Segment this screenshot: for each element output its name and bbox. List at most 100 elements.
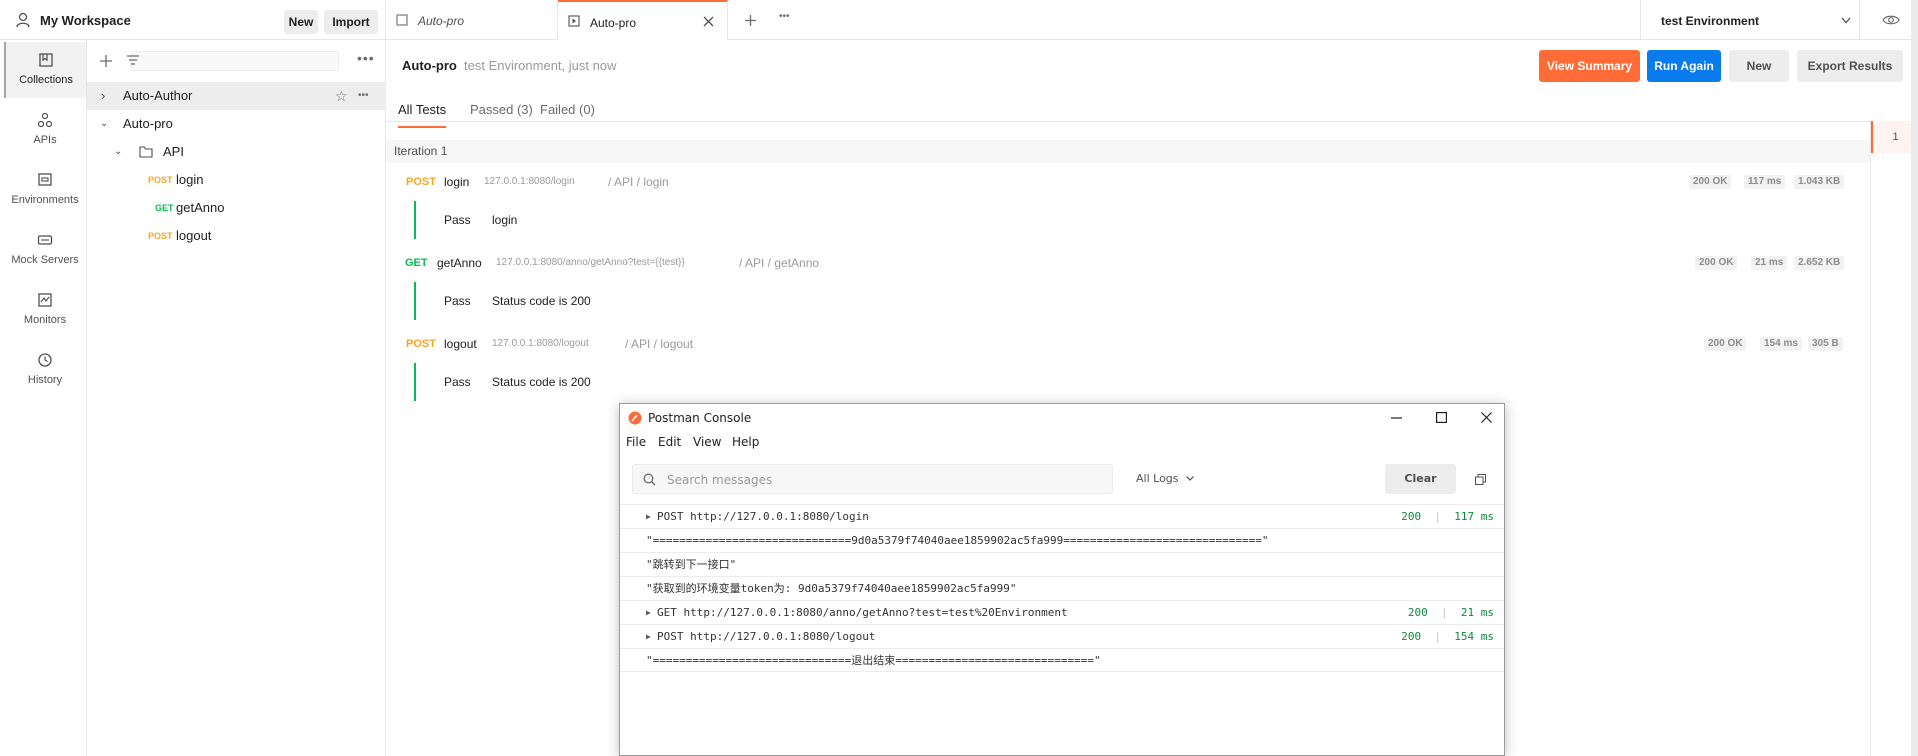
- folder-name: API: [163, 144, 184, 159]
- expand-triangle-icon[interactable]: ▶: [646, 601, 651, 625]
- chevron-right-icon[interactable]: ›: [101, 82, 105, 110]
- tab-auto-pro-1[interactable]: Auto-pro: [386, 0, 558, 40]
- request-name: login: [444, 175, 470, 189]
- request-row-logout[interactable]: POST logout 127.0.0.1:8080/logout / API …: [386, 332, 1870, 356]
- rail-label: Monitors: [23, 314, 67, 326]
- size-badge: 2.652 KB: [1794, 256, 1845, 270]
- rail-item-history[interactable]: History: [4, 342, 86, 398]
- console-titlebar: Postman Console: [620, 404, 1504, 432]
- expand-triangle-icon[interactable]: ▶: [646, 625, 651, 649]
- collection-name: Auto-pro: [123, 116, 173, 131]
- more-icon[interactable]: •••: [357, 50, 375, 66]
- clear-button[interactable]: Clear: [1385, 464, 1456, 494]
- new-button[interactable]: New: [284, 10, 318, 34]
- test-status: Pass: [444, 375, 471, 389]
- log-entry[interactable]: ▶ GET http://127.0.0.1:8080/anno/getAnno…: [620, 600, 1504, 624]
- log-entry[interactable]: ▶ POST http://127.0.0.1:8080/logout 200 …: [620, 624, 1504, 648]
- view-summary-button[interactable]: View Summary: [1539, 50, 1640, 82]
- rail-item-mock-servers[interactable]: Mock Servers: [4, 222, 86, 278]
- tree-item-login[interactable]: POST login: [87, 166, 386, 194]
- status-badge: 200 OK: [1704, 337, 1747, 351]
- more-icon[interactable]: •••: [358, 82, 369, 110]
- log-entry[interactable]: "==============================9d0a5379f…: [620, 528, 1504, 552]
- tab-all-tests[interactable]: All Tests: [398, 98, 447, 128]
- tree-item-auto-author[interactable]: › Auto-Author ☆ •••: [87, 82, 386, 110]
- rail-label: Environments: [11, 194, 79, 206]
- log-entry[interactable]: "==============================退出结束=====…: [620, 648, 1504, 672]
- workspace-title[interactable]: My Workspace: [40, 13, 131, 28]
- menu-help[interactable]: Help: [732, 435, 759, 449]
- tab-auto-pro-2[interactable]: Auto-pro: [558, 0, 728, 40]
- request-row-getanno[interactable]: GET getAnno 127.0.0.1:8080/anno/getAnno?…: [386, 251, 1870, 275]
- log-entry[interactable]: ▶ POST http://127.0.0.1:8080/login 200 |…: [620, 504, 1504, 528]
- folder-icon: [139, 146, 153, 158]
- log-status: 200: [1407, 606, 1428, 619]
- tab-failed[interactable]: Failed (0): [540, 98, 595, 128]
- tree-item-auto-pro[interactable]: ⌄ Auto-pro: [87, 110, 386, 138]
- time-badge: 21 ms: [1751, 256, 1788, 270]
- tree-item-getanno[interactable]: GET getAnno: [87, 194, 386, 222]
- maximize-icon[interactable]: [1436, 412, 1447, 423]
- run-again-button[interactable]: Run Again: [1647, 50, 1721, 82]
- menu-edit[interactable]: Edit: [658, 435, 681, 449]
- tree-item-logout[interactable]: POST logout: [87, 222, 386, 250]
- divider: [1859, 0, 1860, 40]
- request-path: / API / logout: [625, 337, 694, 351]
- rail-item-collections[interactable]: Collections: [4, 42, 86, 98]
- tree-item-api-folder[interactable]: ⌄ API: [87, 138, 386, 166]
- postman-logo-icon: [628, 411, 642, 425]
- filter-input[interactable]: [127, 51, 339, 71]
- import-button[interactable]: Import: [324, 10, 378, 34]
- log-text: "获取到的环境变量token为: 9d0a5379f74040aee185990…: [646, 582, 1017, 595]
- close-icon[interactable]: [703, 16, 714, 27]
- new-run-button[interactable]: New: [1729, 50, 1789, 82]
- window-scrollbar[interactable]: [1911, 0, 1918, 756]
- divider: |: [1434, 510, 1441, 523]
- chevron-down-icon[interactable]: ⌄: [100, 110, 108, 138]
- eye-icon[interactable]: [1882, 14, 1900, 26]
- log-entry[interactable]: "获取到的环境变量token为: 9d0a5379f74040aee185990…: [620, 576, 1504, 600]
- rail-item-monitors[interactable]: Monitors: [4, 282, 86, 338]
- log-status: 200: [1401, 510, 1422, 523]
- request-name: getAnno: [437, 256, 482, 270]
- test-name: login: [492, 213, 518, 227]
- environment-selector[interactable]: test Environment: [1640, 0, 1918, 40]
- request-url: 127.0.0.1:8080/logout: [492, 338, 589, 349]
- star-icon[interactable]: ☆: [335, 82, 348, 110]
- log-text: "==============================9d0a5379f…: [646, 534, 1269, 547]
- plus-icon[interactable]: [99, 54, 113, 68]
- request-name: logout: [176, 228, 212, 243]
- chevron-down-icon[interactable]: [1841, 17, 1851, 24]
- menu-view[interactable]: View: [693, 435, 721, 449]
- expand-triangle-icon[interactable]: ▶: [646, 505, 651, 529]
- chevron-down-icon[interactable]: ⌄: [114, 138, 122, 166]
- request-row-login[interactable]: POST login 127.0.0.1:8080/login / API / …: [386, 170, 1870, 194]
- console-search[interactable]: Search messages: [632, 464, 1113, 494]
- divider: |: [1434, 630, 1441, 643]
- rail-label: History: [27, 374, 63, 386]
- plus-icon[interactable]: [744, 14, 757, 27]
- rail-item-environments[interactable]: Environments: [4, 162, 86, 218]
- close-icon[interactable]: [1481, 412, 1492, 423]
- collection-name: Auto-Author: [123, 88, 193, 103]
- request-url: 127.0.0.1:8080/anno/getAnno?test={{test}…: [496, 257, 685, 268]
- copy-icon[interactable]: [1475, 474, 1486, 485]
- minimize-icon[interactable]: [1391, 417, 1402, 419]
- menu-file[interactable]: File: [626, 435, 646, 449]
- rail-item-apis[interactable]: APIs: [4, 102, 86, 158]
- request-name: login: [176, 172, 204, 187]
- time-badge: 117 ms: [1744, 175, 1786, 189]
- more-icon[interactable]: •••: [779, 11, 790, 22]
- collection-sidebar: ••• › Auto-Author ☆ ••• ⌄ Auto-pro ⌄ API…: [87, 40, 386, 756]
- log-entry[interactable]: "跳转到下一接口": [620, 552, 1504, 576]
- log-filter-dropdown[interactable]: All Logs: [1136, 472, 1194, 485]
- tab-passed[interactable]: Passed (3): [470, 98, 533, 128]
- log-time: 117 ms: [1454, 510, 1494, 523]
- export-results-button[interactable]: Export Results: [1797, 50, 1903, 82]
- iteration-header: Iteration 1: [386, 140, 1870, 163]
- history-icon: [38, 353, 52, 367]
- console-title: Postman Console: [648, 411, 752, 425]
- log-text: "跳转到下一接口": [646, 558, 737, 571]
- search-icon: [643, 473, 656, 486]
- method-badge: POST: [406, 176, 436, 188]
